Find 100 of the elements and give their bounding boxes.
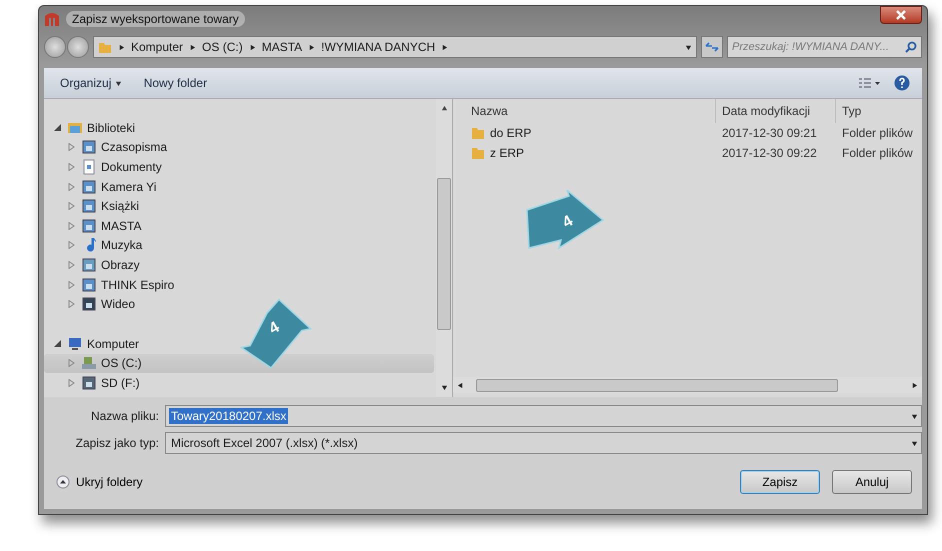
file-name: do ERP — [490, 126, 532, 140]
document-icon — [81, 158, 97, 175]
tree-item[interactable]: OS (C:) — [44, 354, 434, 374]
library-icon — [81, 178, 97, 195]
tree-label: THINK Espiro — [101, 278, 174, 292]
type-cell-text: Folder plików — [841, 126, 914, 140]
file-row[interactable]: z ERP 2017-12-30 09:22 Folder plików — [453, 143, 922, 163]
expand-icon[interactable] — [68, 260, 77, 269]
chevron-icon — [308, 44, 316, 50]
expand-icon[interactable] — [68, 280, 77, 289]
tree-item[interactable]: Czasopisma — [44, 138, 434, 158]
cancel-button[interactable]: Anuluj — [832, 470, 912, 494]
expand-icon[interactable] — [68, 143, 77, 152]
folder-icon — [98, 40, 112, 54]
computer-icon — [67, 336, 83, 352]
column-header[interactable]: Nazwa — [471, 104, 715, 118]
pictures-icon — [81, 256, 97, 273]
expand-icon[interactable] — [68, 378, 77, 387]
tree-label: Książki — [101, 199, 140, 214]
date-cell-text: 2017-12-30 09:22 — [721, 146, 818, 160]
collapse-icon[interactable] — [54, 124, 63, 132]
tree-label: MASTA — [101, 218, 142, 233]
window-title: Zapisz wyeksportowane towary — [66, 11, 245, 27]
scroll-right-icon — [911, 382, 918, 388]
tree-item[interactable]: Książki — [44, 196, 434, 216]
tree-label: Muzyka — [101, 238, 142, 252]
file-name: z ERP — [490, 146, 524, 160]
tree-item[interactable]: THINK Espiro — [44, 274, 434, 294]
address-bar[interactable]: Komputer OS (C:) MASTA !WYMIANA DANYCH — [93, 36, 697, 58]
library-icon — [81, 198, 97, 214]
breadcrumb[interactable]: OS (C:) — [202, 40, 243, 54]
expand-icon[interactable] — [68, 222, 77, 230]
close-button[interactable] — [880, 6, 922, 24]
drive-icon — [81, 355, 97, 372]
hide-folders-button[interactable]: Ukryj foldery — [56, 474, 143, 488]
file-type-dropdown[interactable]: Microsoft Excel 2007 (.xlsx) (*.xlsx) — [165, 432, 922, 454]
tree-label: Obrazy — [101, 258, 140, 272]
search-field[interactable]: Przeszukaj: !WYMIANA DANY... — [727, 36, 922, 58]
tree-label: Biblioteki — [87, 120, 136, 135]
column-header[interactable]: Data modyfikacji — [715, 99, 835, 123]
folder-icon — [471, 146, 485, 160]
organize-button[interactable]: Organizuj — [56, 74, 126, 92]
refresh-icon — [705, 42, 719, 52]
tree-item[interactable]: Biblioteki — [44, 118, 434, 138]
search-icon — [905, 41, 917, 53]
expand-icon[interactable] — [68, 162, 77, 171]
vertical-scrollbar[interactable] — [436, 99, 452, 397]
app-icon — [44, 12, 60, 26]
expand-icon[interactable] — [68, 182, 77, 191]
tree-label: Dokumenty — [101, 160, 162, 174]
tree-label: OS (C:) — [101, 356, 142, 370]
view-options-icon[interactable] — [858, 77, 880, 89]
sd-icon — [81, 374, 97, 391]
scroll-down-icon — [440, 384, 448, 391]
tree-item[interactable]: Kamera Yi — [44, 176, 434, 196]
expand-icon[interactable] — [68, 202, 77, 210]
expand-icon[interactable] — [68, 300, 77, 308]
tree-item[interactable]: Dokumenty — [44, 157, 434, 177]
tree-label: Komputer — [87, 336, 140, 351]
tree-item[interactable]: Komputer — [44, 334, 434, 354]
dropdown-arrow-icon — [911, 440, 918, 446]
expand-icon[interactable] — [68, 241, 77, 250]
tree-item[interactable]: Wideo — [44, 294, 434, 314]
file-row[interactable]: do ERP 2017-12-30 09:21 Folder plików — [453, 123, 922, 143]
type-cell-text: Folder plików — [841, 146, 914, 160]
field-label: Zapisz jako typ: — [74, 436, 160, 450]
scroll-up-icon — [440, 105, 448, 112]
collapse-icon[interactable] — [54, 340, 63, 348]
collapse-up-icon — [56, 474, 70, 488]
horizontal-scrollbar[interactable] — [453, 377, 922, 393]
help-icon[interactable] — [894, 75, 910, 91]
breadcrumb[interactable]: !WYMIANA DANYCH — [321, 40, 436, 54]
chevron-icon — [189, 44, 196, 50]
tree-label: Wideo — [101, 297, 136, 312]
expand-icon[interactable] — [68, 359, 77, 368]
tree-item[interactable]: MASTA — [44, 216, 434, 236]
tree-item[interactable]: Obrazy — [44, 255, 434, 275]
tree-label: Kamera Yi — [101, 180, 156, 194]
scroll-left-icon — [457, 382, 464, 388]
date-cell-text: 2017-12-30 09:21 — [721, 126, 818, 140]
breadcrumb[interactable]: MASTA — [262, 40, 302, 54]
back-forward-buttons[interactable] — [44, 36, 89, 58]
breadcrumb[interactable]: Komputer — [131, 40, 184, 54]
folder-icon — [471, 126, 485, 140]
library-icon — [81, 218, 97, 234]
tree-item[interactable]: Muzyka — [44, 236, 434, 256]
chevron-icon — [441, 44, 448, 50]
field-label: Nazwa pliku: — [90, 409, 160, 423]
refresh-button[interactable] — [701, 36, 723, 58]
close-icon — [896, 10, 906, 20]
column-header[interactable]: Typ — [835, 99, 922, 123]
tree-label: SD (F:) — [101, 376, 140, 390]
tree-label: Czasopisma — [101, 140, 168, 154]
video-icon — [81, 296, 97, 312]
dropdown-arrow-icon — [911, 412, 918, 420]
new-folder-button[interactable]: Nowy folder — [140, 74, 212, 92]
tree-item[interactable]: SD (F:) — [44, 373, 434, 393]
filename-field[interactable]: Towary20180207.xlsx — [165, 405, 922, 427]
save-button[interactable]: Zapisz — [740, 470, 820, 494]
library-icon — [81, 276, 97, 293]
